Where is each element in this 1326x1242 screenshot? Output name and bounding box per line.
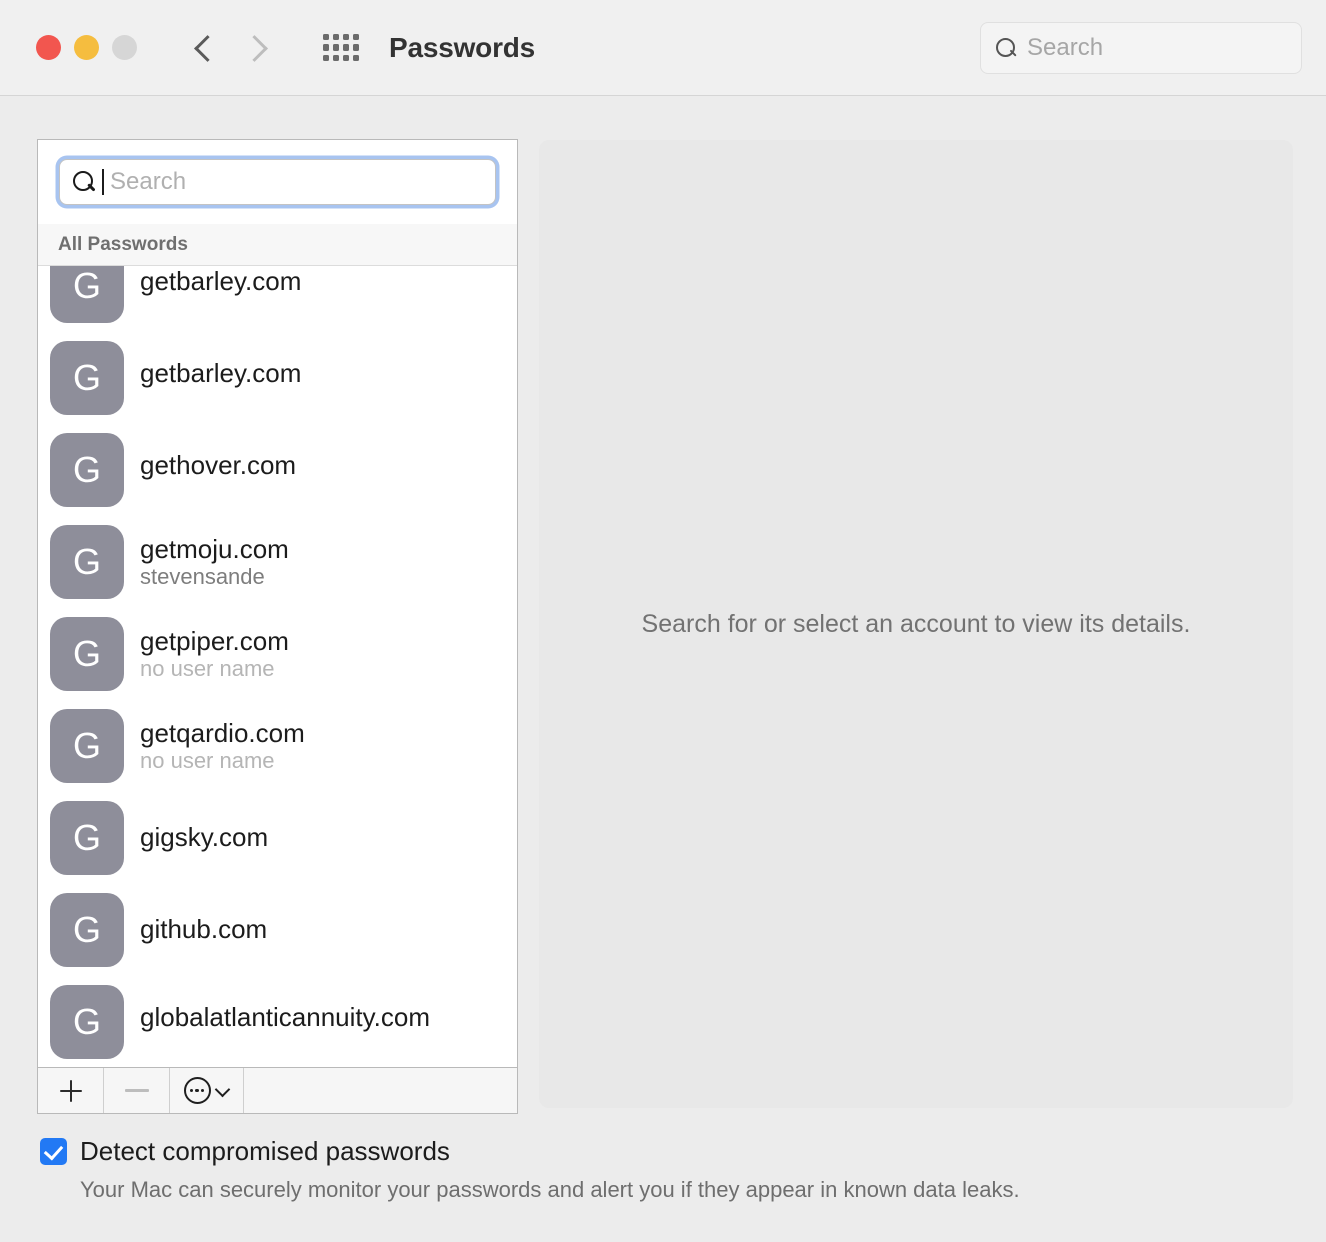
list-item[interactable]: G getbarley.com [38,266,517,332]
grid-dot [323,55,329,62]
remove-password-button[interactable] [104,1068,170,1113]
list-item-text: gigsky.com [140,823,268,854]
chevron-down-icon [216,1084,230,1098]
list-item-title: getmoju.com [140,535,289,564]
list-item-title: getpiper.com [140,627,289,656]
password-list-panel: Search All Passwords G getbarley.com G [37,139,518,1114]
footer-filler [244,1068,517,1113]
list-item-subtitle [140,390,301,397]
list-item[interactable]: G github.com [38,884,517,976]
grid-dot [333,34,339,41]
grid-dot [343,44,349,51]
grid-apps-icon[interactable] [323,34,359,62]
list-item[interactable]: G gethover.com [38,424,517,516]
ellipsis-dot [201,1089,204,1092]
add-password-button[interactable] [38,1068,104,1113]
list-item-text: getqardio.com no user name [140,719,305,774]
ellipsis-dot [195,1089,198,1092]
list-item-title: getqardio.com [140,719,305,748]
grid-dot [353,34,359,41]
detect-compromised-description: Your Mac can securely monitor your passw… [0,1177,1326,1203]
content-area: Search All Passwords G getbarley.com G [0,96,1326,1242]
detect-compromised-checkbox[interactable] [40,1138,67,1165]
list-item-title: github.com [140,915,267,944]
list-item-subtitle: no user name [140,657,289,681]
search-icon [72,170,96,194]
window-title: Passwords [389,32,535,64]
detect-compromised-row[interactable]: Detect compromised passwords [0,1136,1326,1167]
list-item-text: getmoju.com stevensande [140,535,289,590]
list-item-subtitle [140,482,296,489]
list-item-text: getbarley.com [140,267,301,305]
avatar: G [50,617,124,691]
ellipsis-circle-icon [184,1077,211,1104]
avatar: G [50,266,124,323]
list-footer-toolbar [38,1067,517,1113]
grid-dot [333,44,339,51]
zoom-button-icon[interactable] [112,35,137,60]
password-list-scroll[interactable]: G getbarley.com G getbarley.com [38,266,517,1067]
list-item-title: gigsky.com [140,823,268,852]
list-item-title: gethover.com [140,451,296,480]
text-cursor [102,169,104,195]
grid-dot [333,55,339,62]
list-item[interactable]: G globalatlanticannuity.com [38,976,517,1067]
avatar: G [50,433,124,507]
list-item-text: github.com [140,915,267,946]
list-item-title: globalatlanticannuity.com [140,1003,430,1032]
minimize-button-icon[interactable] [74,35,99,60]
search-input[interactable]: Search [59,159,496,205]
grid-dot [353,44,359,51]
search-icon [995,37,1017,59]
grid-dot [323,44,329,51]
toolbar-search-placeholder: Search [1027,34,1103,62]
grid-dot [353,55,359,62]
detail-empty-message: Search for or select an account to view … [642,610,1191,639]
list-item-title: getbarley.com [140,267,301,296]
password-list: G getbarley.com G getbarley.com [38,266,517,1067]
list-item[interactable]: G getpiper.com no user name [38,608,517,700]
toolbar-search-field[interactable]: Search [980,22,1302,74]
list-item-text: globalatlanticannuity.com [140,1003,430,1041]
list-section-header: All Passwords [38,224,517,266]
avatar: G [50,985,124,1059]
avatar: G [50,709,124,783]
grid-dot [343,55,349,62]
avatar: G [50,525,124,599]
list-item[interactable]: G getmoju.com stevensande [38,516,517,608]
grid-dot [323,34,329,41]
ellipsis-dot [190,1089,193,1092]
list-item-title: getbarley.com [140,359,301,388]
list-item-text: getpiper.com no user name [140,627,289,682]
detect-compromised-label: Detect compromised passwords [80,1136,450,1167]
detail-pane: Search for or select an account to view … [539,140,1293,1108]
chevron-left-icon[interactable] [189,33,219,63]
list-item-subtitle: stevensande [140,565,289,589]
plus-icon [59,1079,83,1103]
avatar: G [50,341,124,415]
passwords-preferences-window: Passwords Search Search All Passwords G [0,0,1326,1242]
chevron-right-icon[interactable] [241,33,271,63]
traffic-lights [36,35,137,60]
bottom-options: Detect compromised passwords Your Mac ca… [0,1136,1326,1203]
minus-icon [125,1089,149,1092]
list-item[interactable]: G gigsky.com [38,792,517,884]
sidebar-search-area: Search [38,140,517,224]
search-placeholder: Search [110,168,186,196]
more-actions-button[interactable] [170,1068,244,1113]
avatar: G [50,893,124,967]
titlebar: Passwords Search [0,0,1326,96]
list-item[interactable]: G getqardio.com no user name [38,700,517,792]
navigation-buttons [189,33,271,63]
list-item-subtitle [140,298,301,305]
close-button-icon[interactable] [36,35,61,60]
list-item-text: gethover.com [140,451,296,489]
list-item[interactable]: G getbarley.com [38,332,517,424]
grid-dot [343,34,349,41]
list-item-subtitle: no user name [140,749,305,773]
avatar: G [50,801,124,875]
list-item-subtitle [140,1034,430,1041]
list-item-text: getbarley.com [140,359,301,397]
